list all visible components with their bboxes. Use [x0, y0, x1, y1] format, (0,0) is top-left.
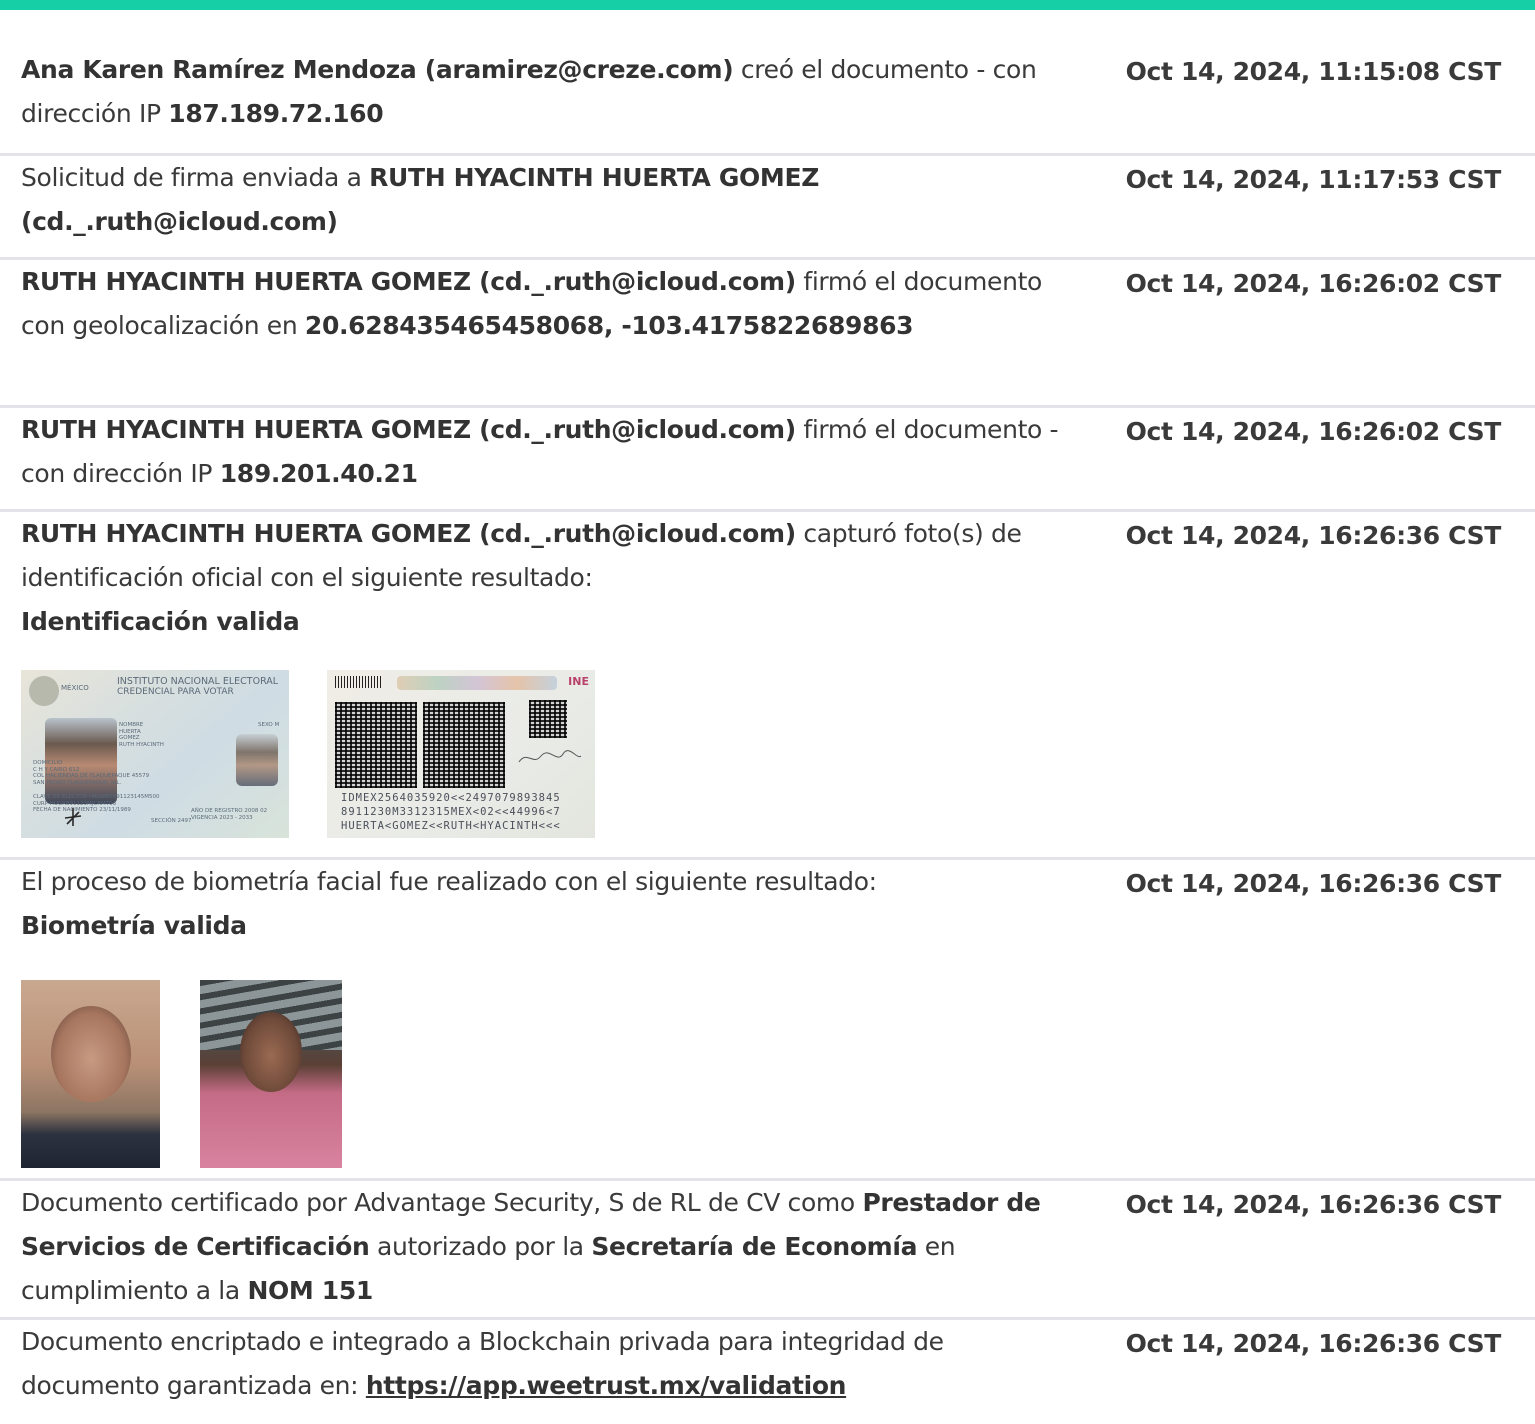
event-description: Ana Karen Ramírez Mendoza (aramirez@crez… — [21, 55, 1037, 128]
signer-name: RUTH HYACINTH HUERTA GOMEZ (cd._.ruth@ic… — [21, 519, 796, 548]
signature-icon — [518, 750, 582, 763]
validation-link[interactable]: https://app.weetrust.mx/validation — [366, 1371, 847, 1400]
signer-name: RUTH HYACINTH HUERTA GOMEZ (cd._.ruth@ic… — [21, 415, 796, 444]
biometric-result: Biometría valida — [21, 911, 247, 940]
audit-log: Ana Karen Ramírez Mendoza (aramirez@crez… — [0, 48, 1535, 1424]
geolocation: 20.628435465458068, -103.4175822689863 — [304, 311, 914, 340]
audit-event: RUTH HYACINTH HUERTA GOMEZ (cd._.ruth@ic… — [0, 512, 1535, 860]
event-description: RUTH HYACINTH HUERTA GOMEZ (cd._.ruth@ic… — [21, 267, 1042, 340]
audit-event: El proceso de biometría facial fue reali… — [0, 860, 1535, 1181]
mrz-line: HUERTA<GOMEZ<<RUTH<HYACINTH<<< — [341, 820, 561, 832]
event-timestamp: Oct 14, 2024, 16:26:02 CST — [1125, 269, 1502, 298]
audit-event: Ana Karen Ramírez Mendoza (aramirez@crez… — [0, 48, 1535, 156]
ine-logo: INE — [568, 675, 589, 688]
event-description: Documento encriptado e integrado a Block… — [21, 1327, 944, 1400]
event-timestamp: Oct 14, 2024, 16:26:36 CST — [1125, 521, 1502, 550]
decorative-band — [397, 676, 557, 690]
mrz-line: 8911230M3312315MEX<02<<44996<7 — [341, 806, 561, 818]
audit-event: Solicitud de firma enviada a RUTH HYACIN… — [0, 156, 1535, 260]
id-card-back-image[interactable]: INE IDMEX2564035920<<2497079893845 89112… — [327, 670, 595, 838]
id-images: MÉXICO INSTITUTO NACIONAL ELECTORAL CRED… — [21, 644, 1535, 854]
event-timestamp: Oct 14, 2024, 16:26:36 CST — [1125, 869, 1502, 898]
id-face-crop-image[interactable] — [21, 980, 160, 1168]
qr-code-center — [423, 702, 505, 788]
event-timestamp: Oct 14, 2024, 16:26:36 CST — [1125, 1190, 1502, 1219]
actor-name: Ana Karen Ramírez Mendoza (aramirez@crez… — [21, 55, 734, 84]
ip-address: 189.201.40.21 — [219, 459, 418, 488]
signature-icon — [64, 808, 82, 826]
event-timestamp: Oct 14, 2024, 11:17:53 CST — [1125, 165, 1502, 194]
event-description: RUTH HYACINTH HUERTA GOMEZ (cd._.ruth@ic… — [21, 519, 1022, 636]
top-accent-bar — [0, 0, 1535, 10]
id-result: Identificación valida — [21, 607, 300, 636]
barcode-icon — [335, 676, 381, 688]
event-timestamp: Oct 14, 2024, 11:15:08 CST — [1125, 57, 1502, 86]
event-description: RUTH HYACINTH HUERTA GOMEZ (cd._.ruth@ic… — [21, 415, 1059, 488]
event-timestamp: Oct 14, 2024, 16:26:36 CST — [1125, 1329, 1502, 1358]
audit-event: Documento encriptado e integrado a Block… — [0, 1320, 1535, 1424]
event-description: Solicitud de firma enviada a RUTH HYACIN… — [21, 163, 819, 236]
audit-event: RUTH HYACINTH HUERTA GOMEZ (cd._.ruth@ic… — [0, 260, 1535, 408]
biometric-images — [21, 948, 1535, 1178]
event-description: Documento certificado por Advantage Secu… — [21, 1188, 1041, 1305]
qr-code-left — [335, 702, 417, 788]
event-timestamp: Oct 14, 2024, 16:26:02 CST — [1125, 417, 1502, 446]
audit-event: RUTH HYACINTH HUERTA GOMEZ (cd._.ruth@ic… — [0, 408, 1535, 512]
qr-code-small — [529, 700, 567, 738]
mrz-line: IDMEX2564035920<<2497079893845 — [341, 792, 561, 804]
event-description: El proceso de biometría facial fue reali… — [21, 867, 877, 940]
mexico-seal-icon — [29, 676, 59, 706]
id-ghost-photo — [236, 734, 278, 786]
id-card-front-image[interactable]: MÉXICO INSTITUTO NACIONAL ELECTORAL CRED… — [21, 670, 289, 838]
audit-event: Documento certificado por Advantage Secu… — [0, 1181, 1535, 1320]
ip-address: 187.189.72.160 — [168, 99, 384, 128]
selfie-image[interactable] — [200, 980, 342, 1168]
signer-name: RUTH HYACINTH HUERTA GOMEZ (cd._.ruth@ic… — [21, 267, 796, 296]
